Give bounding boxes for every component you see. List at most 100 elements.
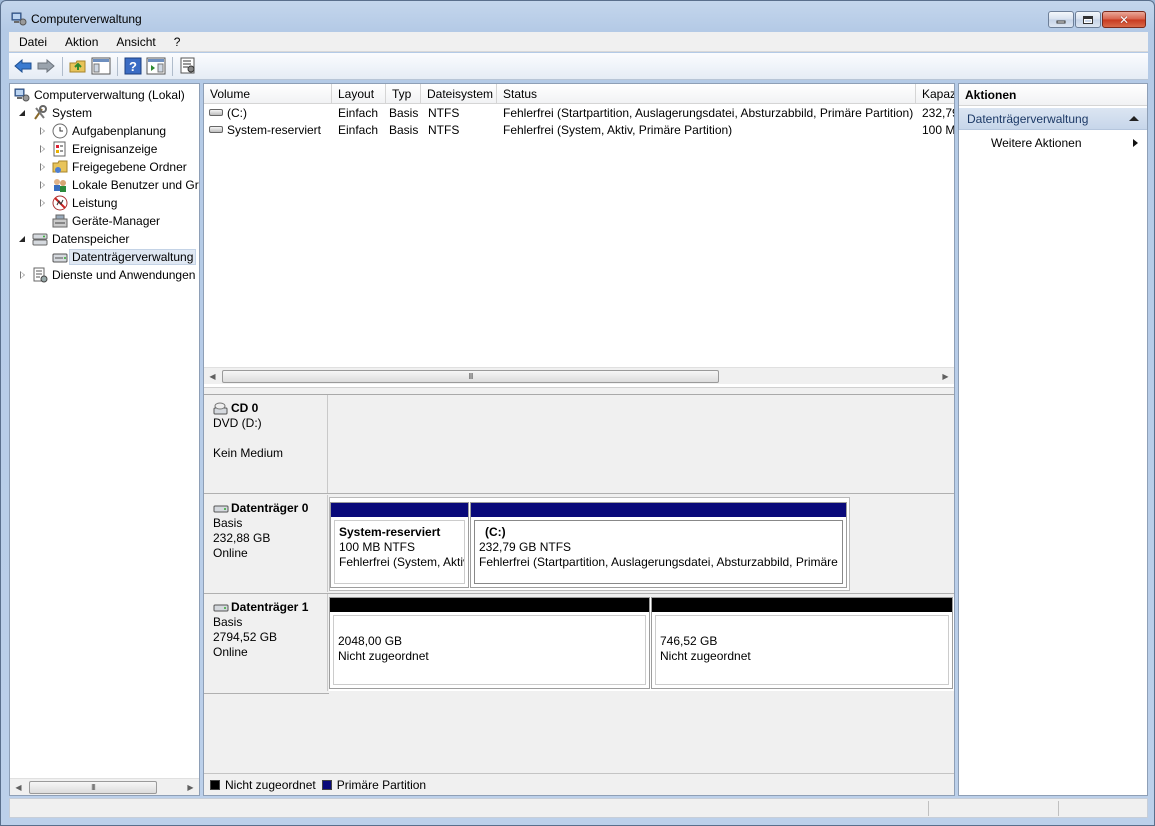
tree-item-geraete-manager[interactable]: Geräte-Manager: [52, 212, 160, 230]
tree-item-system[interactable]: System: [18, 104, 92, 122]
navigation-tree: Computerverwaltung (Lokal) System Aufgab…: [9, 83, 200, 796]
expand-icon[interactable]: [38, 198, 48, 208]
status-cell: Fehlerfrei (Startpartition, Auslagerungs…: [503, 106, 914, 120]
up-folder-icon: [69, 60, 86, 73]
partition-unallocated-1[interactable]: 2048,00 GB Nicht zugeordnet: [329, 597, 650, 689]
column-header-dateisystem[interactable]: Dateisystem: [421, 84, 497, 104]
disk-status: Online: [213, 546, 248, 560]
actions-header: Aktionen: [959, 84, 1147, 106]
tree-label: Lokale Benutzer und Gr: [72, 178, 199, 192]
tree-item-ereignisanzeige[interactable]: Ereignisanzeige: [38, 140, 157, 158]
collapse-arrow-icon[interactable]: [1129, 116, 1139, 121]
filesystem-cell: NTFS: [428, 123, 460, 137]
scroll-left-icon[interactable]: ◀: [10, 779, 27, 796]
help-button[interactable]: ?: [123, 56, 143, 76]
minimize-button[interactable]: [1048, 11, 1074, 28]
hard-disk-icon: [213, 604, 229, 611]
tree-item-root[interactable]: Computerverwaltung (Lokal): [14, 86, 185, 104]
shared-folder-icon: [52, 159, 68, 175]
tree-item-leistung[interactable]: Leistung: [38, 194, 117, 212]
forward-arrow-icon: [37, 59, 55, 73]
expand-icon[interactable]: [38, 144, 48, 154]
users-icon: [52, 177, 68, 193]
scrollbar-thumb[interactable]: III: [222, 370, 719, 383]
menu-aktion[interactable]: Aktion: [55, 35, 106, 49]
minimize-icon: [1056, 20, 1066, 24]
toolbar-separator: [62, 56, 63, 76]
partition-unallocated-2[interactable]: 746,52 GB Nicht zugeordnet: [651, 597, 953, 689]
status-separator: [928, 801, 929, 816]
toolbar-separator: [117, 56, 118, 76]
scroll-grip: III: [468, 372, 474, 381]
volume-name: (C:): [227, 106, 247, 120]
disk-info-disk0[interactable]: Datenträger 0 Basis 232,88 GB Online: [204, 495, 328, 592]
tree-item-datenspeicher[interactable]: Datenspeicher: [18, 230, 129, 248]
partition-status: Fehlerfrei (Startpartition, Auslagerungs…: [479, 555, 843, 569]
action-label: Weitere Aktionen: [991, 136, 1082, 150]
filesystem-cell: NTFS: [428, 106, 460, 120]
actions-group-datentraegerverwaltung[interactable]: Datenträgerverwaltung: [959, 108, 1147, 130]
tree-label: Computerverwaltung (Lokal): [34, 88, 185, 102]
partition-name: System-reserviert: [339, 525, 441, 539]
up-folder-button[interactable]: [68, 56, 88, 76]
column-header-typ[interactable]: Typ: [386, 84, 421, 104]
maximize-button[interactable]: [1075, 11, 1101, 28]
collapse-icon[interactable]: [18, 234, 28, 244]
partition-bar: [330, 598, 649, 612]
properties-icon: [180, 57, 195, 74]
disk-info-cd0[interactable]: CD 0 DVD (D:) Kein Medium: [204, 395, 328, 493]
show-hide-tree-button[interactable]: [91, 56, 111, 76]
scrollbar-thumb[interactable]: III: [29, 781, 157, 794]
tree-label: Freigegebene Ordner: [72, 160, 187, 174]
tree-item-aufgabenplanung[interactable]: Aufgabenplanung: [38, 122, 166, 140]
tree-horizontal-scrollbar[interactable]: ◀ III ▶: [10, 778, 199, 795]
table-row[interactable]: (C:) Einfach Basis NTFS Fehlerfrei (Star…: [204, 105, 954, 122]
expand-icon[interactable]: [38, 162, 48, 172]
volume-list-header: Volume Layout Typ Dateisystem Status Kap…: [204, 84, 954, 104]
scroll-right-icon[interactable]: ▶: [182, 779, 199, 796]
legend-label: Primäre Partition: [336, 777, 427, 792]
table-row[interactable]: System-reserviert Einfach Basis NTFS Feh…: [204, 122, 954, 139]
column-header-volume[interactable]: Volume: [204, 84, 332, 104]
partition-system-reserved[interactable]: System-reserviert 100 MB NTFS Fehlerfrei…: [330, 502, 469, 588]
tree-label: System: [52, 106, 93, 120]
tree-item-lokale-benutzer[interactable]: Lokale Benutzer und Gr: [38, 176, 199, 194]
collapse-icon[interactable]: [18, 108, 28, 118]
column-header-status[interactable]: Status: [497, 84, 916, 104]
show-hide-tree-icon: [91, 57, 111, 75]
forward-button[interactable]: [36, 56, 56, 76]
disk-info-disk1[interactable]: Datenträger 1 Basis 2794,52 GB Online: [204, 594, 328, 691]
expand-icon[interactable]: [38, 126, 48, 136]
scroll-right-icon[interactable]: ▶: [937, 368, 954, 385]
disk1-partitions: 2048,00 GB Nicht zugeordnet 746,52 GB Ni…: [329, 597, 954, 691]
status-bar: [9, 798, 1148, 818]
back-button[interactable]: [13, 56, 33, 76]
expand-icon[interactable]: [18, 270, 28, 280]
tree-item-datentraegerverwaltung[interactable]: Datenträgerverwaltung: [52, 248, 197, 266]
expand-icon[interactable]: [38, 180, 48, 190]
layout-cell: Einfach: [338, 123, 379, 137]
legend-label: Nicht zugeordnet: [225, 777, 316, 792]
action-pane-button[interactable]: [146, 56, 166, 76]
back-arrow-icon: [14, 59, 32, 73]
partition-c[interactable]: (C:) 232,79 GB NTFS Fehlerfrei (Startpar…: [470, 502, 847, 588]
menu-help[interactable]: ?: [164, 35, 189, 49]
disk-status: Online: [213, 645, 248, 659]
hard-disk-icon: [213, 505, 229, 512]
close-button[interactable]: ✕: [1102, 11, 1146, 28]
pane-splitter[interactable]: [204, 387, 954, 395]
column-header-layout[interactable]: Layout: [332, 84, 386, 104]
tree-item-dienste[interactable]: Dienste und Anwendungen: [18, 266, 195, 284]
menu-ansicht[interactable]: Ansicht: [106, 35, 163, 49]
properties-button[interactable]: [178, 56, 198, 76]
partition-bar: [652, 598, 952, 612]
action-weitere-aktionen[interactable]: Weitere Aktionen: [959, 133, 1147, 153]
disk-status: Kein Medium: [213, 446, 284, 460]
column-header-kapazitaet[interactable]: Kapaz: [916, 84, 954, 104]
menu-datei[interactable]: Datei: [9, 35, 55, 49]
tree-item-freigegebene-ordner[interactable]: Freigegebene Ordner: [38, 158, 187, 176]
scroll-left-icon[interactable]: ◀: [204, 368, 221, 385]
volume-list-horizontal-scrollbar[interactable]: ◀ III ▶: [204, 367, 954, 384]
legend-swatch: [210, 779, 220, 790]
volume-name: System-reserviert: [227, 123, 322, 137]
